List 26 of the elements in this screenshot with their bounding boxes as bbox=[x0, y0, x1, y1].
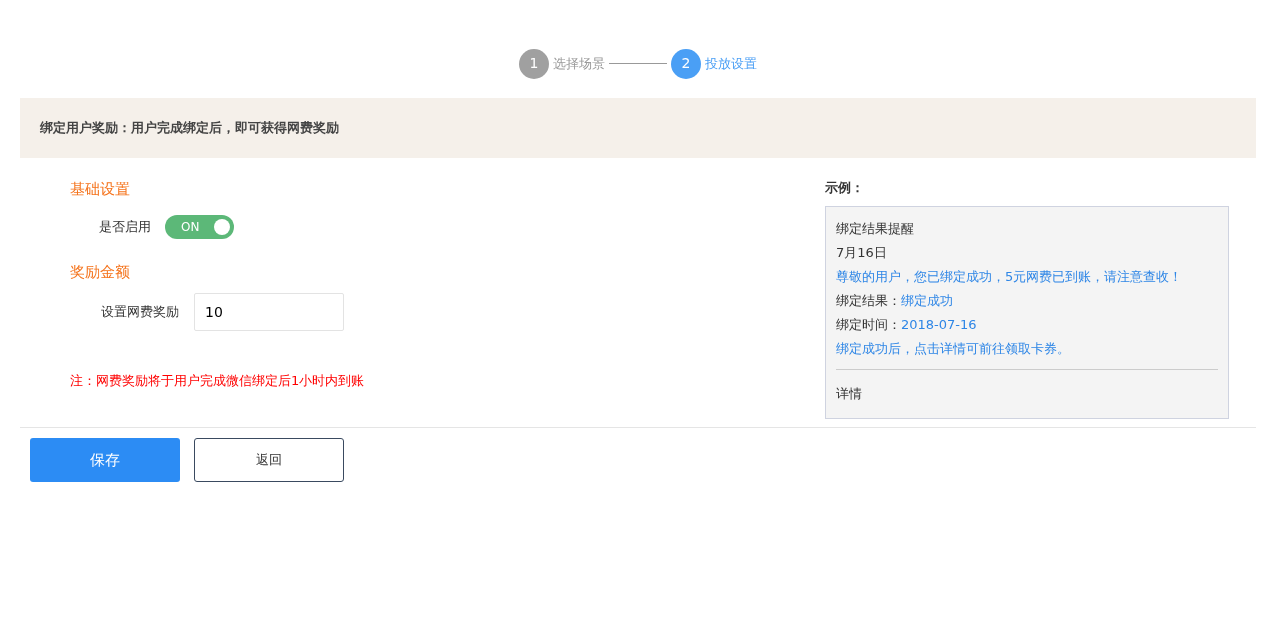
note-text: 注：网费奖励将于用户完成微信绑定后1小时内到账 bbox=[70, 372, 366, 390]
preview-heading: 示例： bbox=[825, 179, 865, 197]
field-label: 是否启用 bbox=[99, 217, 151, 236]
field-label: 绑定结果： bbox=[836, 292, 901, 308]
field-label: 绑定时间： bbox=[836, 316, 901, 332]
message-line: 绑定结果提醒 bbox=[836, 219, 915, 238]
input-field[interactable]: 10 bbox=[194, 293, 344, 331]
step[interactable]: 1 选择场景 bbox=[519, 48, 605, 79]
back-button[interactable]: 返回 bbox=[194, 438, 344, 482]
field-value: 2018-07-16 bbox=[901, 316, 977, 332]
step[interactable]: 2 投放设置 bbox=[671, 48, 757, 79]
step-label: 投放设置 bbox=[705, 54, 757, 73]
message-line: 绑定成功后，点击详情可前往领取卡券。 bbox=[836, 339, 1071, 358]
section-title: 奖励金额 bbox=[70, 261, 131, 283]
toggle-switch[interactable]: ON bbox=[165, 214, 234, 239]
step-number: 2 bbox=[671, 48, 701, 79]
section-title: 基础设置 bbox=[70, 179, 131, 200]
field-label: 设置网费奖励 bbox=[101, 303, 179, 322]
step-label: 选择场景 bbox=[553, 54, 605, 73]
field-value: 绑定成功 bbox=[901, 292, 953, 308]
details-link[interactable]: 详情 bbox=[836, 381, 1218, 406]
message-line: 尊敬的用户，您已绑定成功，5元网费已到账，请注意查收！ bbox=[836, 267, 1184, 286]
step-number: 1 bbox=[519, 48, 549, 79]
banner-text: 绑定用户奖励：用户完成绑定后，即可获得网费奖励 bbox=[40, 119, 339, 138]
save-button[interactable]: 保存 bbox=[30, 438, 180, 482]
message-line: 7月16日 bbox=[836, 243, 888, 262]
